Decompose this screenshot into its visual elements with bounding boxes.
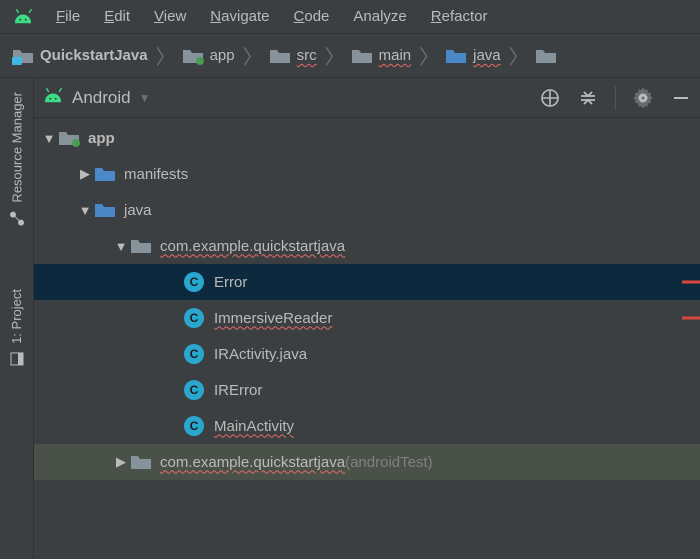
error-marker bbox=[682, 317, 700, 320]
source-folder-icon bbox=[94, 201, 116, 219]
package-icon bbox=[130, 237, 152, 255]
crumb-java[interactable]: java bbox=[441, 47, 507, 65]
tree-node-file-irerror[interactable]: C IRError bbox=[34, 372, 700, 408]
project-panel: Android ▼ bbox=[34, 78, 700, 559]
class-icon: C bbox=[184, 344, 204, 364]
crumb-main[interactable]: main bbox=[347, 47, 418, 65]
tree-node-package-label: com.example.quickstartjava bbox=[160, 238, 345, 255]
menubar: File Edit View Navigate Code Analyze Ref… bbox=[0, 0, 700, 34]
tool-window-resource-manager-label: Resource Manager bbox=[9, 92, 24, 203]
tree-node-app-label: app bbox=[88, 130, 115, 147]
chevron-right-icon: 〉 bbox=[243, 41, 263, 70]
collapse-all-icon[interactable] bbox=[577, 87, 599, 109]
separator bbox=[615, 86, 616, 110]
folder-icon bbox=[182, 47, 204, 65]
project-view-selector[interactable]: Android ▼ bbox=[72, 88, 151, 108]
select-opened-file-icon[interactable] bbox=[539, 87, 561, 109]
crumb-main-label: main bbox=[379, 47, 412, 64]
android-view-icon bbox=[42, 85, 64, 111]
tree-node-app[interactable]: app bbox=[34, 120, 700, 156]
tree-node-file-iractivity[interactable]: C IRActivity.java bbox=[34, 336, 700, 372]
folder-icon bbox=[351, 47, 373, 65]
tree-node-file-label: IRError bbox=[214, 382, 262, 399]
class-icon: C bbox=[184, 308, 204, 328]
class-icon: C bbox=[184, 416, 204, 436]
project-panel-header: Android ▼ bbox=[34, 78, 700, 118]
expand-toggle[interactable] bbox=[76, 203, 94, 218]
class-icon: C bbox=[184, 272, 204, 292]
class-icon: C bbox=[184, 380, 204, 400]
project-icon bbox=[9, 351, 24, 365]
tree-node-file-label: MainActivity bbox=[214, 418, 294, 435]
tool-window-project[interactable]: 1: Project bbox=[7, 279, 26, 376]
project-tree[interactable]: app manifests java bbox=[34, 118, 700, 559]
expand-toggle[interactable] bbox=[112, 239, 130, 254]
crumb-module-label: app bbox=[210, 47, 235, 64]
workspace: Resource Manager 1: Project Android ▼ bbox=[0, 78, 700, 559]
tool-window-resource-manager[interactable]: Resource Manager bbox=[7, 82, 27, 237]
hide-icon[interactable] bbox=[670, 87, 692, 109]
crumb-module[interactable]: app bbox=[178, 47, 241, 65]
menu-code[interactable]: Code bbox=[282, 4, 342, 29]
android-studio-logo-icon bbox=[10, 4, 36, 30]
left-gutter: Resource Manager 1: Project bbox=[0, 78, 34, 559]
crumb-src[interactable]: src bbox=[265, 47, 323, 65]
resource-manager-icon bbox=[9, 211, 25, 227]
crumb-src-label: src bbox=[297, 47, 317, 64]
menu-refactor[interactable]: Refactor bbox=[419, 4, 500, 29]
source-folder-icon bbox=[445, 47, 467, 65]
tree-node-file-main[interactable]: C MainActivity bbox=[34, 408, 700, 444]
project-view-label: Android bbox=[72, 88, 131, 108]
tree-node-package-test[interactable]: com.example.quickstartjava (androidTest) bbox=[34, 444, 700, 480]
chevron-right-icon: 〉 bbox=[156, 41, 176, 70]
folder-icon bbox=[535, 47, 557, 65]
tree-node-manifests-label: manifests bbox=[124, 166, 188, 183]
tree-node-suffix: (androidTest) bbox=[345, 454, 433, 471]
menu-analyze[interactable]: Analyze bbox=[341, 4, 418, 29]
package-icon bbox=[130, 453, 152, 471]
expand-toggle[interactable] bbox=[76, 166, 94, 182]
tree-node-package[interactable]: com.example.quickstartjava bbox=[34, 228, 700, 264]
menu-file[interactable]: File bbox=[44, 4, 92, 29]
tree-node-file-immersive[interactable]: C ImmersiveReader bbox=[34, 300, 700, 336]
crumb-more[interactable] bbox=[531, 47, 569, 65]
tree-node-file-label: ImmersiveReader bbox=[214, 310, 332, 327]
chevron-right-icon: 〉 bbox=[509, 41, 529, 70]
expand-toggle[interactable] bbox=[40, 131, 58, 146]
tree-node-file-label: IRActivity.java bbox=[214, 346, 307, 363]
tool-window-project-label: 1: Project bbox=[9, 289, 24, 344]
tree-node-manifests[interactable]: manifests bbox=[34, 156, 700, 192]
tree-node-java-label: java bbox=[124, 202, 152, 219]
module-icon bbox=[12, 47, 34, 65]
folder-icon bbox=[269, 47, 291, 65]
module-icon bbox=[58, 129, 80, 147]
chevron-right-icon: 〉 bbox=[419, 41, 439, 70]
menu-view[interactable]: View bbox=[142, 4, 198, 29]
chevron-right-icon: 〉 bbox=[325, 41, 345, 70]
breadcrumb: QuickstartJava 〉 app 〉 src 〉 main 〉 java… bbox=[0, 34, 700, 78]
tree-node-file-label: Error bbox=[214, 274, 247, 291]
gear-icon[interactable] bbox=[632, 87, 654, 109]
tree-node-java[interactable]: java bbox=[34, 192, 700, 228]
crumb-root[interactable]: QuickstartJava bbox=[8, 47, 154, 65]
menu-navigate[interactable]: Navigate bbox=[198, 4, 281, 29]
tree-node-file-error[interactable]: C Error bbox=[34, 264, 700, 300]
crumb-java-label: java bbox=[473, 47, 501, 64]
tree-node-package-label: com.example.quickstartjava bbox=[160, 454, 345, 471]
folder-icon bbox=[94, 165, 116, 183]
menu-edit[interactable]: Edit bbox=[92, 4, 142, 29]
error-marker bbox=[682, 281, 700, 284]
expand-toggle[interactable] bbox=[112, 454, 130, 470]
chevron-down-icon: ▼ bbox=[139, 91, 151, 105]
crumb-root-label: QuickstartJava bbox=[40, 47, 148, 64]
